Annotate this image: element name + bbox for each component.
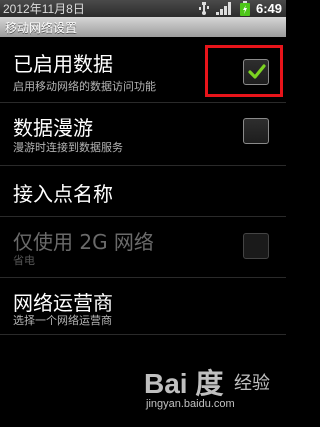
setting-summary: 省电 (13, 254, 35, 267)
setting-summary: 启用移动网络的数据访问功能 (13, 80, 156, 93)
page-title: 移动网络设置 (5, 20, 78, 35)
setting-title: 数据漫游 (13, 116, 93, 140)
2g-only-checkbox (243, 233, 269, 259)
setting-row-data-roaming[interactable]: 数据漫游 漫游时连接到数据服务 (0, 103, 286, 166)
setting-title: 已启用数据 (13, 52, 113, 76)
status-time: 6:49 (255, 1, 282, 16)
status-bar: 2012年11月8日 6:49 (0, 0, 286, 17)
status-date: 2012年11月8日 (3, 2, 85, 16)
setting-title: 接入点名称 (13, 182, 113, 206)
setting-row-2g-only: 仅使用 2G 网络 省电 (0, 217, 286, 278)
setting-row-apn[interactable]: 接入点名称 (0, 166, 286, 217)
watermark-url: jingyan.baidu.com (146, 398, 235, 410)
setting-summary: 选择一个网络运营商 (13, 314, 112, 327)
watermark-logo: Bai 度 (144, 368, 224, 399)
red-highlight-box (205, 45, 283, 97)
setting-summary: 漫游时连接到数据服务 (13, 141, 123, 154)
status-icons: 6:49 (198, 0, 282, 17)
data-roaming-checkbox[interactable] (243, 118, 269, 144)
signal-icon (215, 2, 231, 15)
setting-title: 仅使用 2G 网络 (13, 230, 154, 254)
title-bar: 移动网络设置 (0, 17, 286, 37)
setting-row-operator[interactable]: 网络运营商 选择一个网络运营商 (0, 278, 286, 335)
baidu-jingyan-watermark: Bai 度 经验 jingyan.baidu.com (140, 360, 280, 420)
battery-icon (239, 1, 250, 16)
usb-icon (198, 2, 209, 15)
watermark-text: 经验 (234, 373, 270, 394)
